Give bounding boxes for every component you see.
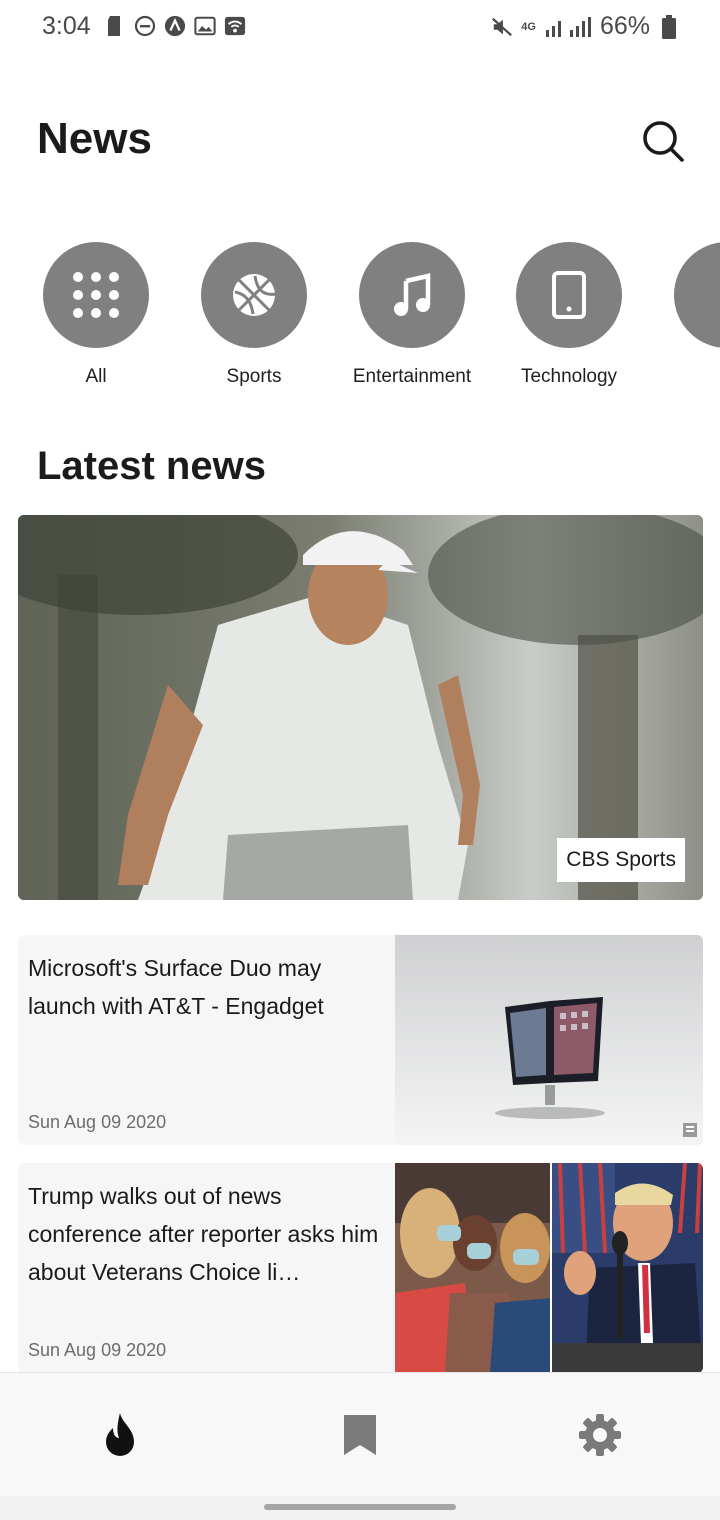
category-label: Sports [226, 366, 282, 387]
mute-icon [491, 15, 513, 39]
nav-settings[interactable] [575, 1409, 625, 1461]
category-entertainment[interactable]: Entertainment [332, 240, 492, 388]
category-circle [516, 242, 622, 348]
app-a-icon [164, 14, 186, 38]
status-right: 4G 66% [491, 12, 680, 41]
bookmark-icon [344, 1415, 376, 1455]
bottom-nav [0, 1372, 720, 1496]
grid-dots-icon [73, 272, 119, 318]
music-note-icon [394, 273, 431, 316]
battery-percent: 66% [599, 12, 650, 40]
gear-icon [579, 1414, 621, 1456]
category-technology[interactable]: Technology [489, 240, 649, 388]
gesture-area [0, 1496, 720, 1520]
category-all[interactable]: All [16, 240, 176, 388]
wifi-calling-icon [224, 14, 246, 38]
basketball-icon [233, 274, 277, 316]
surface-duo-image [395, 935, 703, 1145]
flame-icon [106, 1413, 134, 1456]
sd-card-icon [104, 14, 126, 38]
news-date: Sun Aug 09 2020 [28, 1340, 167, 1360]
network-type: 4G [521, 20, 536, 33]
category-label: Technology [520, 366, 618, 387]
category-circle [674, 242, 720, 348]
battery-icon [658, 14, 680, 39]
dnd-icon [134, 14, 156, 38]
nav-bookmarks[interactable] [335, 1409, 385, 1461]
news-date: Sun Aug 09 2020 [28, 1112, 167, 1132]
news-card[interactable]: Microsoft's Surface Duo may launch with … [18, 935, 703, 1145]
news-thumbnail [395, 935, 703, 1145]
hero-article[interactable]: CBS Sports [18, 515, 703, 900]
status-left-icons [104, 14, 246, 38]
news-card[interactable]: Trump walks out of news conference after… [18, 1163, 703, 1373]
search-icon [643, 121, 684, 162]
status-bar: 3:04 4G 66% [0, 0, 720, 56]
news-conference-image [395, 1163, 703, 1373]
category-circle [43, 242, 149, 348]
hero-source-label: CBS Sports [557, 838, 685, 882]
status-time: 3:04 [42, 12, 91, 40]
gallery-icon [194, 14, 216, 38]
page-title: News [37, 114, 152, 163]
news-headline: Trump walks out of news conference after… [28, 1183, 379, 1285]
gesture-bar[interactable] [264, 1504, 456, 1510]
news-headline: Microsoft's Surface Duo may launch with … [28, 955, 324, 1019]
category-circle [359, 242, 465, 348]
category-circle [201, 242, 307, 348]
category-partial[interactable]: S [647, 240, 720, 388]
category-sports[interactable]: Sports [174, 240, 334, 388]
nav-trending[interactable] [95, 1409, 145, 1461]
phone-icon [552, 271, 586, 319]
category-label: All [85, 366, 107, 387]
signal-icon [544, 15, 592, 39]
category-strip[interactable]: All Sports Entertainment Technology [0, 240, 720, 400]
search-button[interactable] [640, 118, 686, 164]
category-label: S [647, 366, 720, 388]
section-title-latest: Latest news [37, 444, 266, 488]
category-label: Entertainment [352, 366, 472, 387]
news-thumbnail [395, 1163, 703, 1373]
